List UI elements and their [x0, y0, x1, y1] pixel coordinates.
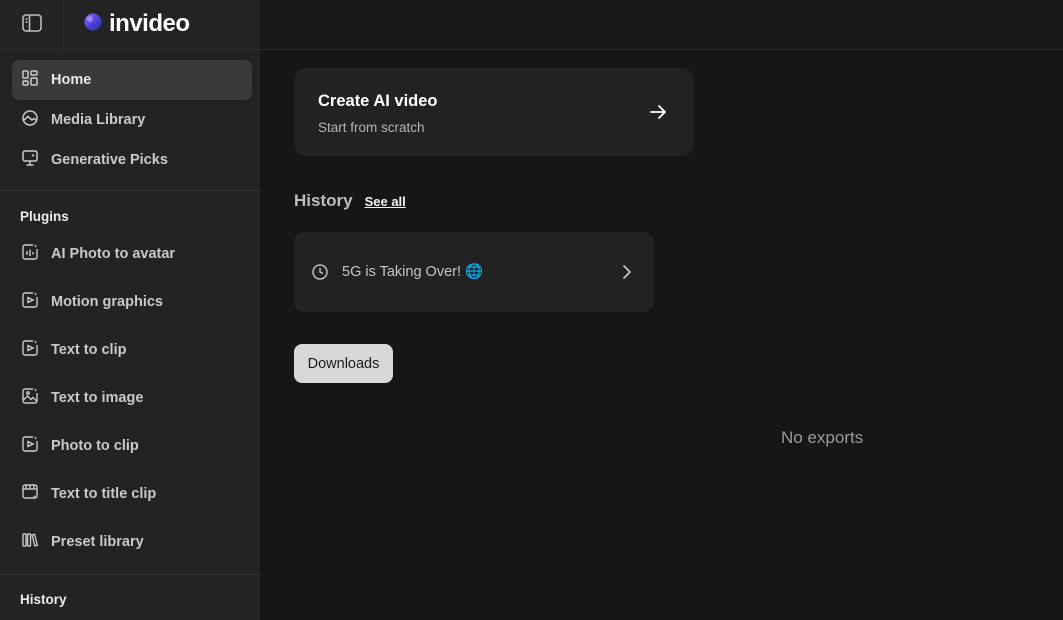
plugin-label: Photo to clip [51, 438, 139, 454]
app-window: invideo Home Media Library Generative Pi… [0, 0, 1063, 620]
history-item[interactable]: 5G is Taking Over! 🌐 [294, 232, 654, 312]
text-to-clip-icon [21, 339, 39, 361]
sidebar-header: invideo [0, 0, 260, 50]
plugin-label: AI Photo to avatar [51, 246, 176, 262]
plugin-photo-to-clip[interactable]: Photo to clip [0, 422, 260, 470]
motion-graphics-icon [21, 291, 39, 313]
sidebar: invideo Home Media Library Generative Pi… [0, 0, 260, 620]
see-all-link[interactable]: See all [365, 194, 406, 209]
nav-item-media-library[interactable]: Media Library [12, 100, 252, 140]
plugin-label: Preset library [51, 534, 144, 550]
generative-picks-icon [21, 149, 39, 171]
text-to-image-icon [21, 387, 39, 409]
brand-name: invideo [109, 10, 190, 37]
preset-library-icon [21, 531, 39, 553]
plugin-preset-library[interactable]: Preset library [0, 518, 260, 566]
downloads-button[interactable]: Downloads [294, 344, 393, 383]
photo-avatar-icon [21, 243, 39, 265]
plugin-motion-graphics[interactable]: Motion graphics [0, 278, 260, 326]
plugin-label: Text to clip [51, 342, 127, 358]
plugin-label: Text to title clip [51, 486, 157, 502]
main-nav: Home Media Library Generative Picks [0, 50, 260, 191]
nav-item-label: Home [51, 72, 92, 88]
nav-item-label: Media Library [51, 112, 146, 128]
plugin-label: Text to image [51, 390, 144, 406]
media-library-icon [21, 109, 39, 131]
arrow-right-icon [648, 102, 668, 127]
top-bar [260, 0, 1063, 50]
invideo-logo[interactable]: invideo [83, 10, 190, 38]
history-item-title: 5G is Taking Over! 🌐 [342, 264, 484, 280]
no-exports-message: No exports [781, 428, 864, 447]
create-ai-video-card[interactable]: Create AI video Start from scratch [294, 68, 694, 156]
sidebar-toggle-icon [21, 13, 43, 38]
chevron-right-icon [620, 264, 634, 285]
nav-item-label: Generative Picks [51, 152, 168, 168]
nav-item-generative-picks[interactable]: Generative Picks [12, 140, 252, 180]
clock-icon [311, 263, 329, 286]
home-grid-icon [21, 69, 39, 91]
history-label: History [294, 191, 353, 210]
plugins-title: Plugins [20, 209, 69, 224]
plugin-ai-photo-to-avatar[interactable]: AI Photo to avatar [0, 230, 260, 278]
create-card-title: Create AI video [318, 92, 438, 110]
history-header: History See all [294, 191, 406, 211]
plugin-label: Motion graphics [51, 294, 163, 310]
sidebar-history-title: History [20, 592, 67, 607]
create-card-subtitle: Start from scratch [318, 120, 425, 135]
plugin-text-to-image[interactable]: Text to image [0, 374, 260, 422]
plugin-text-to-clip[interactable]: Text to clip [0, 326, 260, 374]
invideo-logo-icon [83, 11, 103, 38]
nav-item-home[interactable]: Home [12, 60, 252, 100]
plugin-text-to-title-clip[interactable]: Text to title clip [0, 470, 260, 518]
sidebar-toggle-button[interactable] [0, 0, 64, 50]
main-content: Create AI video Start from scratch Histo… [260, 51, 1063, 620]
photo-to-clip-icon [21, 435, 39, 457]
plugins-section: Plugins AI Photo to avatar Motion graphi… [0, 191, 260, 575]
text-to-title-clip-icon [21, 483, 39, 505]
